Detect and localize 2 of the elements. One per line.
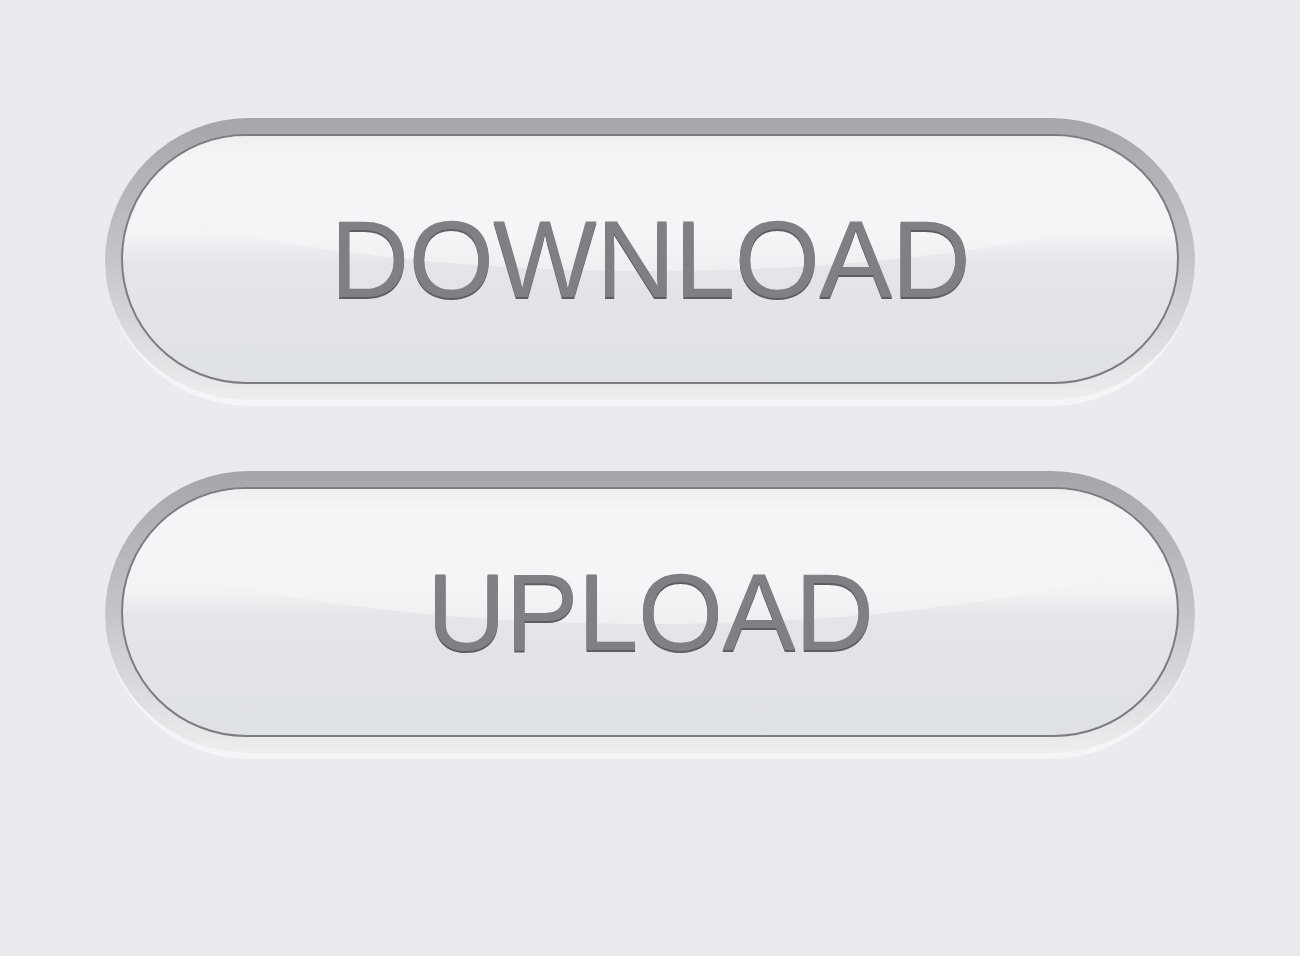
pill-button[interactable]: DOWNLOAD — [105, 118, 1195, 406]
pill-button[interactable]: UPLOAD — [105, 471, 1195, 759]
